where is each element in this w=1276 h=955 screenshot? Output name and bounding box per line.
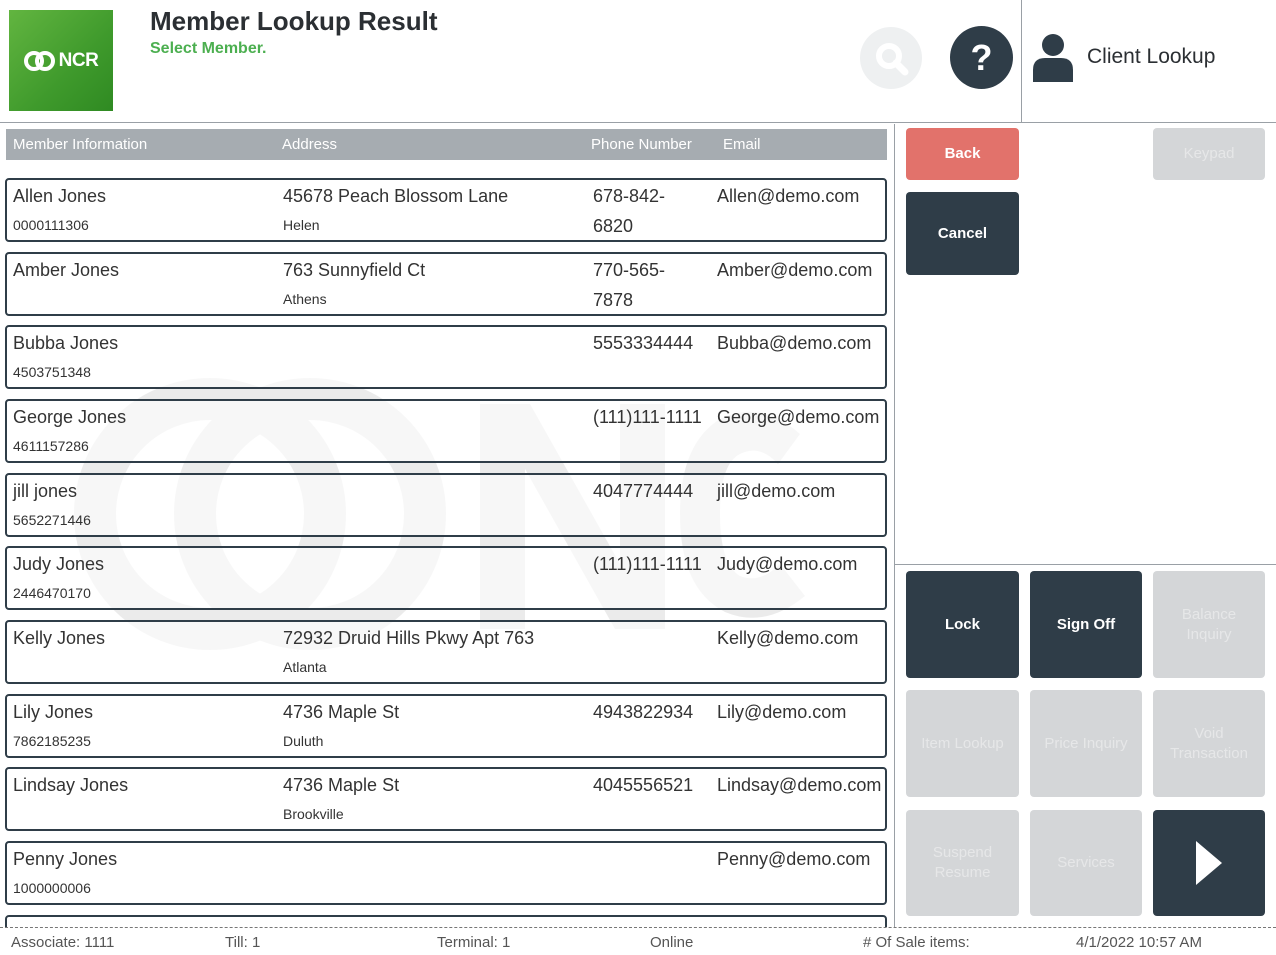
member-name: jill jones xyxy=(13,481,78,501)
member-email: Allen@demo.com xyxy=(717,186,860,206)
panel-divider xyxy=(894,124,895,927)
online-status: Online xyxy=(650,934,694,951)
member-name: Amber Jones xyxy=(13,260,120,280)
member-row[interactable]: Bubba Jones 4503751348 5553334444 Bubba@… xyxy=(5,325,887,389)
member-row[interactable]: Lily Jones 7862185235 4736 Maple St Dulu… xyxy=(5,694,887,758)
member-row-partial[interactable] xyxy=(5,915,887,927)
member-row[interactable]: George Jones 4611157286 (111)111-1111 Ge… xyxy=(5,399,887,463)
member-phone: 770-565-7878 xyxy=(593,260,666,310)
member-id: 2446470170 xyxy=(13,585,91,601)
member-row[interactable]: Penny Jones 1000000006 Penny@demo.com xyxy=(5,841,887,905)
back-button[interactable]: Back xyxy=(906,128,1019,180)
page-title: Member Lookup Result xyxy=(150,6,438,36)
header-divider xyxy=(1021,0,1022,123)
member-name: George Jones xyxy=(13,407,127,427)
member-phone: (111)111-1111 xyxy=(593,554,702,574)
column-phone-number: Phone Number xyxy=(591,136,692,153)
item-lookup-button[interactable]: Item Lookup xyxy=(906,690,1019,797)
cancel-button[interactable]: Cancel xyxy=(906,192,1019,275)
user-icon xyxy=(1033,34,1073,82)
client-lookup-label: Client Lookup xyxy=(1087,45,1216,68)
member-row[interactable]: Lindsay Jones 4736 Maple St Brookville 4… xyxy=(5,767,887,831)
suspend-resume-button[interactable]: Suspend Resume xyxy=(906,810,1019,916)
services-button[interactable]: Services xyxy=(1030,810,1142,916)
member-id: 4503751348 xyxy=(13,364,91,380)
datetime: 4/1/2022 10:57 AM xyxy=(1076,934,1202,951)
member-row[interactable]: Judy Jones 2446470170 (111)111-1111 Judy… xyxy=(5,546,887,610)
ncr-logo-mark xyxy=(23,50,58,72)
member-city: Athens xyxy=(283,291,327,307)
member-row[interactable]: jill jones 5652271446 4047774444 jill@de… xyxy=(5,473,887,537)
client-lookup-button[interactable]: Client Lookup xyxy=(1031,32,1215,82)
member-email: Lily@demo.com xyxy=(717,702,847,722)
member-name: Allen Jones xyxy=(13,186,107,206)
member-phone: 4045556521 xyxy=(593,775,694,795)
member-name: Lindsay Jones xyxy=(13,775,129,795)
member-id: 5652271446 xyxy=(13,512,91,528)
member-phone: 4943822934 xyxy=(593,702,694,722)
till-status: Till: 1 xyxy=(225,934,261,951)
member-city: Helen xyxy=(283,217,320,233)
member-email: Amber@demo.com xyxy=(717,260,873,280)
member-id: 0000111306 xyxy=(13,217,89,233)
member-address: 72932 Druid Hills Pkwy Apt 763 xyxy=(283,628,535,648)
void-transaction-button[interactable]: Void Transaction xyxy=(1153,690,1265,797)
member-email: Kelly@demo.com xyxy=(717,628,859,648)
status-bar: Associate: 1111 Till: 1 Terminal: 1 Onli… xyxy=(0,927,1276,955)
chevron-right-icon xyxy=(1196,841,1222,885)
member-email: Bubba@demo.com xyxy=(717,333,872,353)
member-email: Judy@demo.com xyxy=(717,554,858,574)
member-email: Lindsay@demo.com xyxy=(717,775,882,795)
member-name: Penny Jones xyxy=(13,849,118,869)
lock-button[interactable]: Lock xyxy=(906,571,1019,678)
member-name: Kelly Jones xyxy=(13,628,106,648)
member-email: George@demo.com xyxy=(717,407,880,427)
member-address: 4736 Maple St xyxy=(283,702,400,722)
column-address: Address xyxy=(282,136,338,153)
member-phone: 5553334444 xyxy=(593,333,694,353)
member-city: Duluth xyxy=(283,733,324,749)
keypad-button[interactable]: Keypad xyxy=(1153,128,1265,180)
member-address: 4736 Maple St xyxy=(283,775,400,795)
member-row[interactable]: Allen Jones 0000111306 45678 Peach Bloss… xyxy=(5,178,887,242)
member-name: Bubba Jones xyxy=(13,333,119,353)
column-member-information: Member Information xyxy=(13,136,148,153)
member-row[interactable]: Amber Jones 763 Sunnyfield Ct Athens 770… xyxy=(5,252,887,316)
help-icon: ? xyxy=(970,36,993,78)
member-phone: 4047774444 xyxy=(593,481,694,501)
member-id: 1000000006 xyxy=(13,880,91,896)
header: NCR Member Lookup Result Select Member. … xyxy=(0,0,1276,123)
column-header: Member Information Address Phone Number … xyxy=(6,129,887,160)
help-button[interactable]: ? xyxy=(950,26,1013,89)
price-inquiry-button[interactable]: Price Inquiry xyxy=(1030,690,1142,797)
member-email: jill@demo.com xyxy=(717,481,836,501)
member-email: Penny@demo.com xyxy=(717,849,871,869)
member-address: 763 Sunnyfield Ct xyxy=(283,260,426,280)
member-phone: (111)111-1111 xyxy=(593,407,702,427)
logo-text: NCR xyxy=(58,49,99,71)
member-address: 45678 Peach Blossom Lane xyxy=(283,186,509,206)
member-city: Atlanta xyxy=(283,659,327,675)
member-name: Judy Jones xyxy=(13,554,105,574)
member-name: Lily Jones xyxy=(13,702,94,722)
terminal-status: Terminal: 1 xyxy=(437,934,511,951)
sale-items-count: # Of Sale items: xyxy=(863,934,970,951)
member-list: Member Information Address Phone Number … xyxy=(0,124,894,927)
sign-off-button[interactable]: Sign Off xyxy=(1030,571,1142,678)
member-id: 4611157286 xyxy=(13,438,89,454)
page-subtitle: Select Member. xyxy=(150,40,267,57)
next-page-button[interactable] xyxy=(1153,810,1265,916)
search-icon xyxy=(876,43,909,76)
member-phone: 678-842-6820 xyxy=(593,186,666,236)
member-city: Brookville xyxy=(283,806,344,822)
search-button[interactable] xyxy=(860,27,922,89)
member-row[interactable]: Kelly Jones 72932 Druid Hills Pkwy Apt 7… xyxy=(5,620,887,684)
column-email: Email xyxy=(723,136,761,153)
ncr-logo: NCR xyxy=(9,10,113,111)
balance-inquiry-button[interactable]: Balance Inquiry xyxy=(1153,571,1265,678)
associate-status: Associate: 1111 xyxy=(11,934,115,951)
member-id: 7862185235 xyxy=(13,733,91,749)
button-panel-divider xyxy=(895,564,1276,565)
